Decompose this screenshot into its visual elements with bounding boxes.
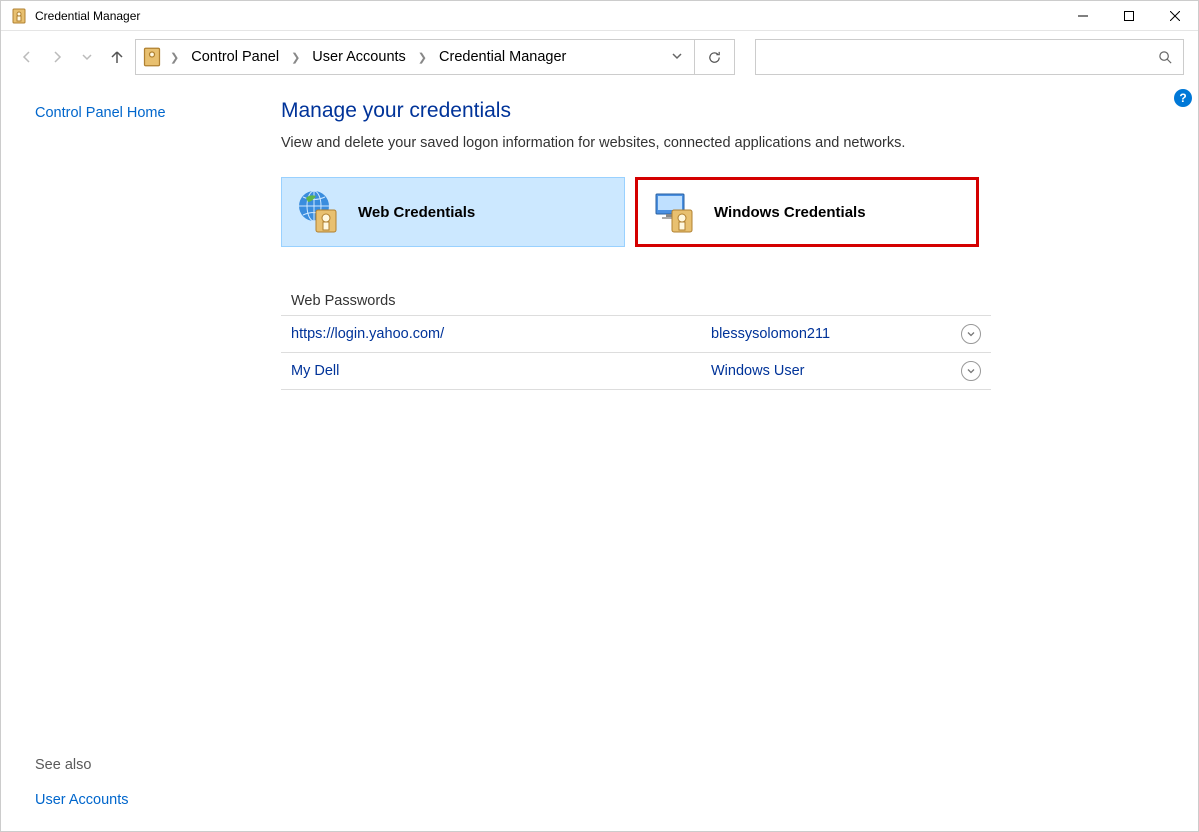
address-dropdown[interactable] [664,51,690,64]
help-icon[interactable]: ? [1174,89,1192,107]
back-button[interactable] [15,45,39,69]
section-heading: Web Passwords [281,287,991,315]
credential-row[interactable]: https://login.yahoo.com/ blessysolomon21… [281,315,991,352]
app-icon [11,8,27,24]
window-title: Credential Manager [35,9,140,23]
vault-icon [142,47,162,67]
credential-row[interactable]: My Dell Windows User [281,352,991,390]
credentials-table: Web Passwords https://login.yahoo.com/ b… [281,287,991,390]
chevron-right-icon[interactable]: ❯ [416,51,429,64]
credential-site: https://login.yahoo.com/ [291,326,711,342]
monitor-vault-icon [652,188,700,236]
sidebar-link-home[interactable]: Control Panel Home [35,105,251,121]
titlebar: Credential Manager [1,1,1198,31]
main-content: ? Manage your credentials View and delet… [251,83,1198,831]
breadcrumb-control-panel[interactable]: Control Panel [185,45,285,69]
tile-label: Web Credentials [358,204,475,221]
address-bar[interactable]: ❯ Control Panel ❯ User Accounts ❯ Creden… [135,39,695,75]
credential-user: Windows User [711,363,961,379]
window-controls [1060,1,1198,31]
expand-button[interactable] [961,324,981,344]
breadcrumb-user-accounts[interactable]: User Accounts [306,45,412,69]
sidebar-link-user-accounts[interactable]: User Accounts [35,792,129,808]
up-button[interactable] [105,45,129,69]
recent-dropdown[interactable] [75,45,99,69]
globe-vault-icon [296,188,344,236]
expand-button[interactable] [961,361,981,381]
minimize-button[interactable] [1060,1,1106,31]
sidebar: Control Panel Home See also User Account… [1,83,251,831]
chevron-right-icon[interactable]: ❯ [289,51,302,64]
credential-site: My Dell [291,363,711,379]
tile-web-credentials[interactable]: Web Credentials [281,177,625,247]
chevron-right-icon[interactable]: ❯ [168,51,181,64]
navigation-row: ❯ Control Panel ❯ User Accounts ❯ Creden… [1,31,1198,83]
search-icon [1158,50,1173,65]
tile-label: Windows Credentials [714,204,866,221]
close-button[interactable] [1152,1,1198,31]
see-also-heading: See also [35,757,251,773]
forward-button[interactable] [45,45,69,69]
page-title: Manage your credentials [281,99,1168,123]
search-input[interactable] [755,39,1184,75]
refresh-button[interactable] [695,39,735,75]
credential-user: blessysolomon211 [711,326,961,342]
tile-windows-credentials[interactable]: Windows Credentials [635,177,979,247]
maximize-button[interactable] [1106,1,1152,31]
breadcrumb-credential-manager[interactable]: Credential Manager [433,45,572,69]
page-subtitle: View and delete your saved logon informa… [281,135,1168,151]
